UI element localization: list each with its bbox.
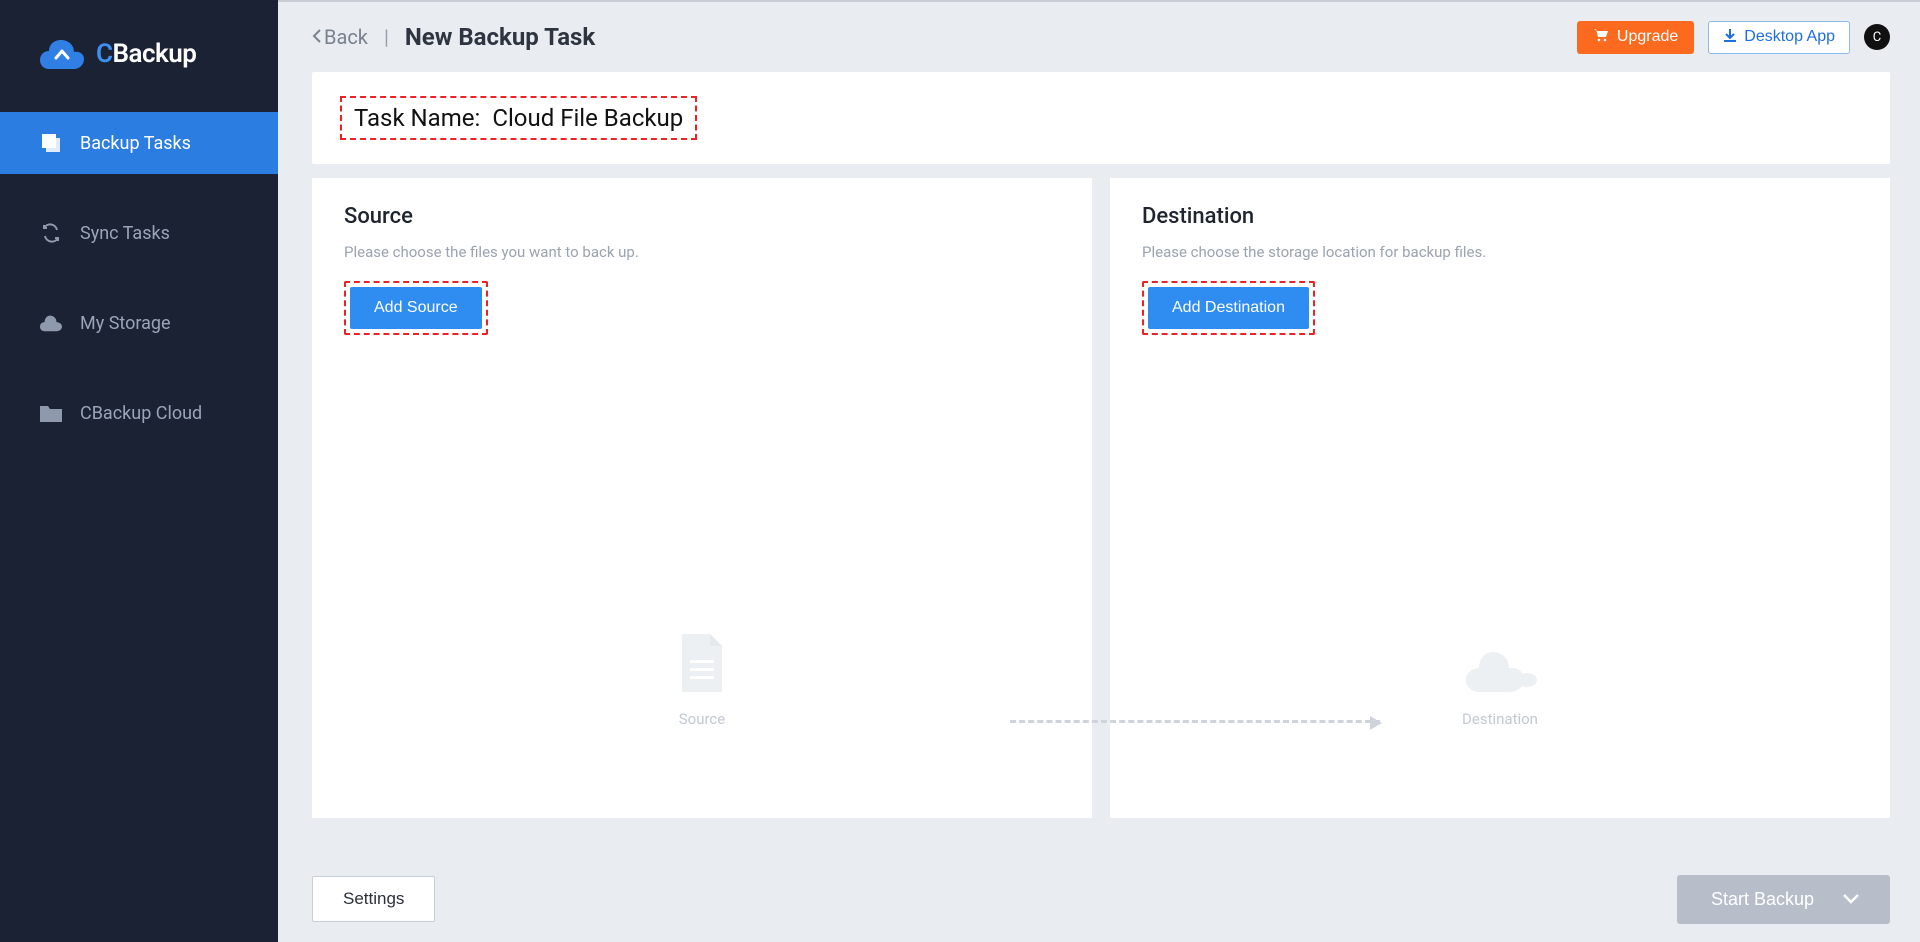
topbar-left: Back | New Backup Task: [312, 23, 595, 51]
start-backup-label: Start Backup: [1711, 889, 1814, 910]
avatar[interactable]: C: [1864, 24, 1890, 50]
destination-subtitle: Please choose the storage location for b…: [1142, 243, 1858, 261]
topbar: Back | New Backup Task Upgrade Desktop A…: [278, 2, 1920, 72]
sync-icon: [40, 222, 62, 244]
topbar-right: Upgrade Desktop App C: [1577, 21, 1890, 54]
page-title: New Backup Task: [405, 23, 595, 51]
sidebar-item-cbackup-cloud[interactable]: CBackup Cloud: [0, 382, 278, 444]
brand-logo[interactable]: CBackup: [0, 0, 278, 112]
destination-panel: Destination Please choose the storage lo…: [1110, 178, 1890, 818]
chevron-left-icon: [312, 25, 322, 49]
avatar-initial: C: [1873, 30, 1881, 45]
cart-icon: [1593, 28, 1609, 47]
destination-title: Destination: [1142, 204, 1858, 229]
destination-button-highlight: Add Destination: [1142, 281, 1315, 335]
task-name-card: Task Name: Cloud File Backup: [312, 72, 1890, 164]
add-destination-button[interactable]: Add Destination: [1148, 287, 1309, 329]
panels: Source Please choose the files you want …: [312, 178, 1890, 850]
content: Task Name: Cloud File Backup Source Plea…: [278, 72, 1920, 850]
destination-placeholder-label: Destination: [1462, 710, 1538, 728]
backup-tasks-icon: [40, 132, 62, 154]
sidebar-item-sync-tasks[interactable]: Sync Tasks: [0, 202, 278, 264]
sidebar-item-label: Backup Tasks: [80, 133, 191, 154]
sidebar-item-backup-tasks[interactable]: Backup Tasks: [0, 112, 278, 174]
back-link[interactable]: Back: [312, 25, 368, 49]
desktop-app-button[interactable]: Desktop App: [1708, 21, 1850, 54]
source-title: Source: [344, 204, 1060, 229]
task-name-value[interactable]: Cloud File Backup: [492, 104, 683, 132]
source-subtitle: Please choose the files you want to back…: [344, 243, 1060, 261]
main: Back | New Backup Task Upgrade Desktop A…: [278, 0, 1920, 942]
sidebar-item-label: CBackup Cloud: [80, 403, 202, 424]
task-name-highlight: Task Name: Cloud File Backup: [340, 96, 697, 140]
sidebar-item-label: My Storage: [80, 313, 171, 334]
footer: Settings Start Backup: [278, 856, 1920, 942]
upgrade-button[interactable]: Upgrade: [1577, 21, 1694, 54]
divider: |: [384, 25, 389, 49]
cloud-logo-icon: [40, 36, 84, 72]
desktop-label: Desktop App: [1744, 28, 1835, 46]
destination-placeholder: Destination: [1142, 335, 1858, 788]
start-backup-button[interactable]: Start Backup: [1677, 875, 1890, 924]
brand-name: CBackup: [96, 39, 196, 69]
sidebar-item-my-storage[interactable]: My Storage: [0, 292, 278, 354]
add-source-button[interactable]: Add Source: [350, 287, 482, 329]
settings-button[interactable]: Settings: [312, 876, 435, 922]
source-panel: Source Please choose the files you want …: [312, 178, 1092, 818]
sidebar-item-label: Sync Tasks: [80, 223, 170, 244]
sidebar-nav: Backup Tasks Sync Tasks My Storage CBack…: [0, 112, 278, 472]
cloud-icon: [40, 312, 62, 334]
download-icon: [1723, 28, 1737, 47]
folder-icon: [40, 402, 62, 424]
chevron-down-icon: [1842, 889, 1860, 910]
sidebar: CBackup Backup Tasks Sync Tasks My Stora…: [0, 0, 278, 942]
back-label: Back: [324, 25, 368, 49]
clouds-icon: [1461, 650, 1539, 696]
source-placeholder-label: Source: [679, 710, 725, 728]
file-icon: [678, 634, 726, 696]
upgrade-label: Upgrade: [1617, 28, 1678, 46]
source-placeholder: Source: [344, 335, 1060, 788]
task-name-label: Task Name:: [354, 104, 480, 132]
source-button-highlight: Add Source: [344, 281, 488, 335]
